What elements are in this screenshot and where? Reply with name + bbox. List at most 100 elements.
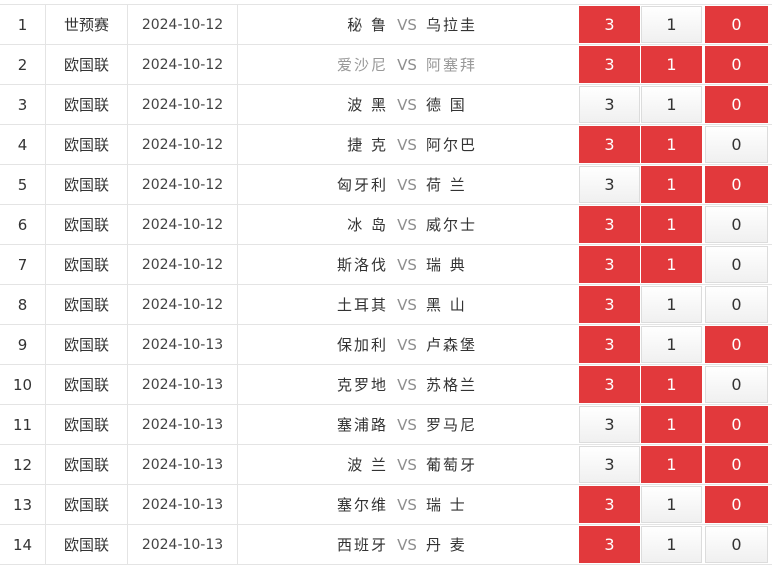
draw-option-button[interactable]: 1 — [641, 246, 702, 283]
league-name: 欧国联 — [46, 405, 128, 444]
table-row: 4 欧国联 2024-10-12 捷 克 VS 阿尔巴 3 1 0 — [0, 125, 772, 165]
win-option-button[interactable]: 3 — [579, 406, 640, 443]
draw-option-button[interactable]: 1 — [641, 406, 702, 443]
vs-label: VS — [397, 535, 417, 554]
table-row: 12 欧国联 2024-10-13 波 兰 VS 葡萄牙 3 1 0 — [0, 445, 772, 485]
draw-option-button[interactable]: 1 — [641, 526, 702, 563]
league-name: 欧国联 — [46, 165, 128, 204]
match-date: 2024-10-12 — [128, 45, 238, 84]
table-row: 6 欧国联 2024-10-12 冰 岛 VS 威尔士 3 1 0 — [0, 205, 772, 245]
home-team: 波 兰 — [347, 456, 388, 474]
loss-option-button[interactable]: 0 — [705, 246, 768, 283]
draw-option-button[interactable]: 1 — [641, 366, 702, 403]
draw-option-button[interactable]: 1 — [641, 286, 702, 323]
table-row: 3 欧国联 2024-10-12 波 黑 VS 德 国310 — [0, 85, 772, 125]
loss-option-button[interactable]: 0 — [705, 6, 768, 43]
home-team: 波 黑 — [347, 96, 388, 114]
draw-option-button[interactable]: 1 — [641, 326, 702, 363]
loss-option-button[interactable]: 0 — [705, 446, 768, 483]
away-team: 阿尔巴 — [426, 136, 478, 154]
loss-option-button[interactable]: 0 — [705, 86, 768, 123]
away-team: 瑞 典 — [426, 256, 467, 274]
loss-option-button[interactable]: 0 — [705, 366, 768, 403]
win-option-button[interactable]: 3 — [579, 366, 640, 403]
vs-label: VS — [397, 295, 417, 314]
away-team: 威尔士 — [426, 216, 478, 234]
match-date: 2024-10-12 — [128, 205, 238, 244]
loss-option-button[interactable]: 0 — [705, 326, 768, 363]
match-index: 9 — [0, 325, 46, 364]
table-row: 8 欧国联 2024-10-12 土耳其 VS 黑 山 310 — [0, 285, 772, 325]
home-team: 匈牙利 — [336, 176, 388, 194]
draw-option-button[interactable]: 1 — [641, 166, 702, 203]
draw-option-button[interactable]: 1 — [641, 486, 702, 523]
home-team: 捷 克 — [347, 136, 388, 154]
win-option-button[interactable]: 3 — [579, 86, 640, 123]
match-index: 11 — [0, 405, 46, 444]
away-team: 荷 兰 — [426, 176, 467, 194]
win-option-button[interactable]: 3 — [579, 286, 640, 323]
loss-option-button[interactable]: 0 — [705, 486, 768, 523]
win-option-button[interactable]: 3 — [579, 6, 640, 43]
match-index: 7 — [0, 245, 46, 284]
table-row: 5 欧国联 2024-10-12 匈牙利 VS 荷 兰 310 — [0, 165, 772, 205]
draw-option-button[interactable]: 1 — [641, 206, 702, 243]
home-team: 西班牙 — [336, 536, 388, 554]
draw-option-button[interactable]: 1 — [641, 46, 702, 83]
league-name: 欧国联 — [46, 285, 128, 324]
win-option-button[interactable]: 3 — [579, 206, 640, 243]
loss-option-button[interactable]: 0 — [705, 526, 768, 563]
vs-label: VS — [397, 415, 417, 434]
away-team: 丹 麦 — [426, 536, 467, 554]
away-team: 苏格兰 — [426, 376, 478, 394]
vs-label: VS — [397, 175, 417, 194]
loss-option-button[interactable]: 0 — [705, 166, 768, 203]
loss-option-button[interactable]: 0 — [705, 406, 768, 443]
loss-option-button[interactable]: 0 — [705, 286, 768, 323]
home-team: 克罗地 — [336, 376, 388, 394]
away-team: 葡萄牙 — [426, 456, 478, 474]
home-team: 秘 鲁 — [347, 16, 388, 34]
match-index: 6 — [0, 205, 46, 244]
home-team: 保加利 — [336, 336, 388, 354]
win-option-button[interactable]: 3 — [579, 326, 640, 363]
win-option-button[interactable]: 3 — [579, 46, 640, 83]
match-index: 12 — [0, 445, 46, 484]
home-team: 爱沙尼 — [336, 56, 388, 74]
match-date: 2024-10-12 — [128, 5, 238, 44]
draw-option-button[interactable]: 1 — [641, 86, 702, 123]
league-name: 欧国联 — [46, 365, 128, 404]
win-option-button[interactable]: 3 — [579, 166, 640, 203]
loss-option-button[interactable]: 0 — [705, 206, 768, 243]
match-index: 5 — [0, 165, 46, 204]
league-name: 欧国联 — [46, 205, 128, 244]
table-row: 1 世预赛 2024-10-12 秘 鲁 VS 乌拉圭 3 1 0 — [0, 5, 772, 45]
vs-label: VS — [397, 15, 417, 34]
league-name: 欧国联 — [46, 85, 128, 124]
league-name: 欧国联 — [46, 525, 128, 564]
away-team: 黑 山 — [426, 296, 467, 314]
league-name: 欧国联 — [46, 45, 128, 84]
match-index: 2 — [0, 45, 46, 84]
league-name: 欧国联 — [46, 245, 128, 284]
draw-option-button[interactable]: 1 — [641, 6, 702, 43]
draw-option-button[interactable]: 1 — [641, 446, 702, 483]
vs-label: VS — [397, 135, 417, 154]
match-date: 2024-10-12 — [128, 165, 238, 204]
win-option-button[interactable]: 3 — [579, 526, 640, 563]
loss-option-button[interactable]: 0 — [705, 46, 768, 83]
vs-label: VS — [397, 495, 417, 514]
win-option-button[interactable]: 3 — [579, 126, 640, 163]
vs-label: VS — [397, 95, 417, 114]
loss-option-button[interactable]: 0 — [705, 126, 768, 163]
vs-label: VS — [397, 255, 417, 274]
vs-label: VS — [397, 375, 417, 394]
home-team: 塞浦路 — [336, 416, 388, 434]
draw-option-button[interactable]: 1 — [641, 126, 702, 163]
match-index: 8 — [0, 285, 46, 324]
win-option-button[interactable]: 3 — [579, 246, 640, 283]
table-row: 9 欧国联 2024-10-13 保加利 VS 卢森堡 3 1 0 — [0, 325, 772, 365]
win-option-button[interactable]: 3 — [579, 486, 640, 523]
win-option-button[interactable]: 3 — [579, 446, 640, 483]
match-index: 13 — [0, 485, 46, 524]
